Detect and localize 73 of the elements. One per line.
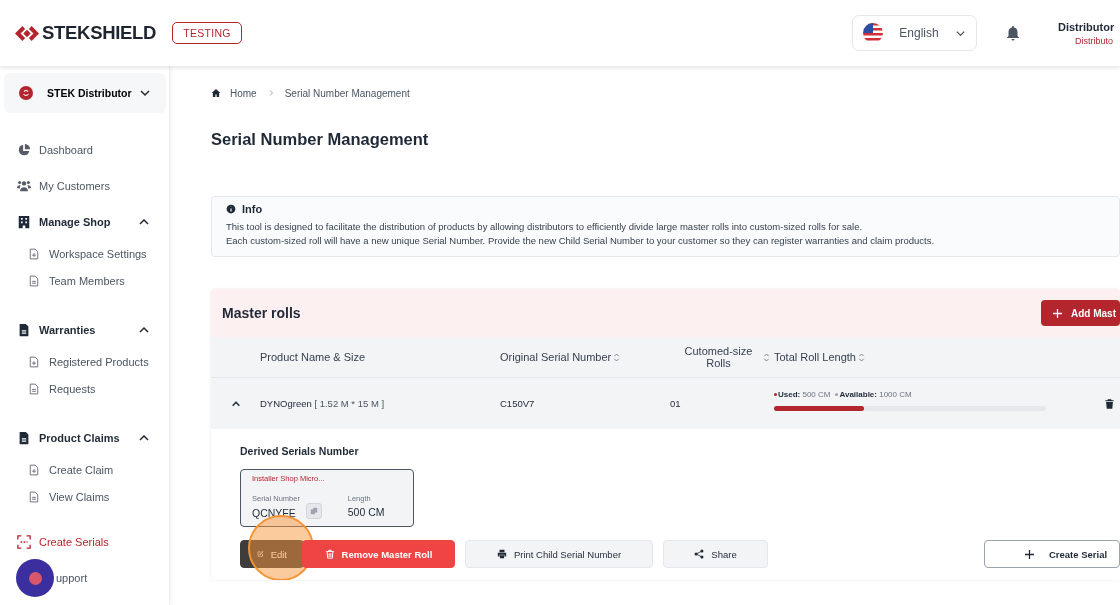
file-plus-icon — [28, 463, 40, 476]
sidebar-item[interactable]: View Claims — [4, 483, 166, 511]
add-button[interactable]: Add Mast — [1041, 300, 1120, 326]
sidebar-item[interactable]: My Customers — [4, 168, 166, 204]
user-role: Distributo — [1075, 35, 1114, 46]
logo-text: STEKSHIELD — [42, 22, 157, 44]
used-dot — [774, 393, 777, 396]
trash-icon[interactable] — [1104, 397, 1115, 410]
environment-badge: TESTING — [172, 22, 242, 44]
info-heading: Info — [242, 203, 263, 215]
sidebar-item[interactable]: Registered Products — [4, 348, 166, 376]
file-icon — [28, 275, 40, 288]
sidebar-item[interactable]: Create Claim — [4, 456, 166, 484]
info-text: This tool is designed to facilitate the distribution of products by allowing distributors to efficiently divide large master rolls into custom-sized rolls for sale. — [226, 220, 864, 234]
page-title: Serial Number Management — [211, 130, 430, 150]
sidebar-item[interactable]: Workspace Settings — [4, 240, 166, 268]
copy-icon — [309, 507, 318, 515]
sidebar-group[interactable]: Manage Shop — [4, 204, 166, 240]
file-icon — [28, 383, 40, 396]
create-serial-button[interactable]: Create Serial — [984, 540, 1120, 568]
available-length: Available: 1000 CM — [839, 390, 912, 399]
print-button[interactable]: Print Child Serial Number — [465, 540, 653, 568]
pie-chart-icon — [17, 143, 31, 157]
building-icon — [17, 215, 31, 229]
breadcrumb-link[interactable]: Home — [230, 87, 257, 99]
edit-icon — [257, 549, 264, 559]
sidebar-group[interactable]: Warranties — [4, 312, 166, 348]
account-selector[interactable]: STEK Distributor — [4, 73, 166, 113]
breadcrumb-link[interactable]: Serial Number Management — [284, 87, 410, 99]
column-header[interactable]: Original Serial Number — [500, 351, 612, 363]
people-icon — [17, 179, 31, 193]
remove-button[interactable]: Remove Master Roll — [302, 540, 455, 568]
file-plus-icon — [28, 355, 40, 368]
table-cell-text: C150V7 — [500, 398, 536, 409]
sidebar-group[interactable]: Product Claims — [4, 420, 166, 456]
flag-icon — [863, 23, 883, 43]
column-header[interactable]: Total Roll Length — [774, 351, 856, 363]
available-dot — [835, 393, 839, 396]
serial-number: QCNYFE — [252, 506, 296, 519]
sidebar-item[interactable]: Dashboard — [4, 132, 166, 168]
plus-icon — [1025, 549, 1034, 559]
sidebar-item[interactable]: Requests — [4, 375, 166, 403]
file-plus-icon — [28, 247, 40, 260]
logo-icon — [15, 25, 39, 41]
chat-bubble-icon[interactable] — [16, 559, 54, 597]
document-icon — [17, 431, 31, 445]
printer-icon — [496, 549, 507, 559]
account-avatar-icon — [19, 86, 33, 100]
home-icon — [211, 88, 221, 98]
length-value: 500 CM — [347, 506, 385, 518]
trash-icon — [324, 549, 335, 559]
table-cell-text: DYNOgreen [ 1.52 M * 15 M ] — [260, 398, 386, 409]
column-header[interactable]: Product Name & Size — [260, 351, 366, 363]
table-cell-text: 01 — [670, 398, 682, 409]
document-icon — [17, 323, 31, 337]
info-icon — [226, 204, 236, 214]
user-name: Distributor — [1058, 20, 1116, 33]
sidebar-item[interactable]: upport — [4, 560, 166, 596]
used-length: Used: 500 CM — [778, 390, 831, 399]
info-text: Each custom-sized roll will have a new unique Serial Number. Provide the new Child Serial Number to your customer so they can register warranties and claim products. — [226, 234, 936, 248]
sidebar-item[interactable]: Create Serials — [4, 524, 166, 560]
language-selector[interactable]: English — [852, 15, 977, 51]
section-title: Master rolls — [222, 305, 301, 321]
subsection-title: Derived Serials Number — [240, 445, 360, 457]
column-header[interactable]: Cutomed-size Rolls — [676, 345, 761, 369]
scan-icon — [17, 535, 31, 549]
share-icon — [694, 549, 705, 559]
share-button[interactable]: Share — [663, 540, 768, 568]
plus-icon — [1053, 308, 1062, 318]
chevron-down-icon — [139, 87, 151, 99]
sidebar-item[interactable]: Team Members — [4, 267, 166, 295]
notification-bell-icon[interactable] — [1005, 25, 1021, 41]
file-icon — [28, 491, 40, 504]
